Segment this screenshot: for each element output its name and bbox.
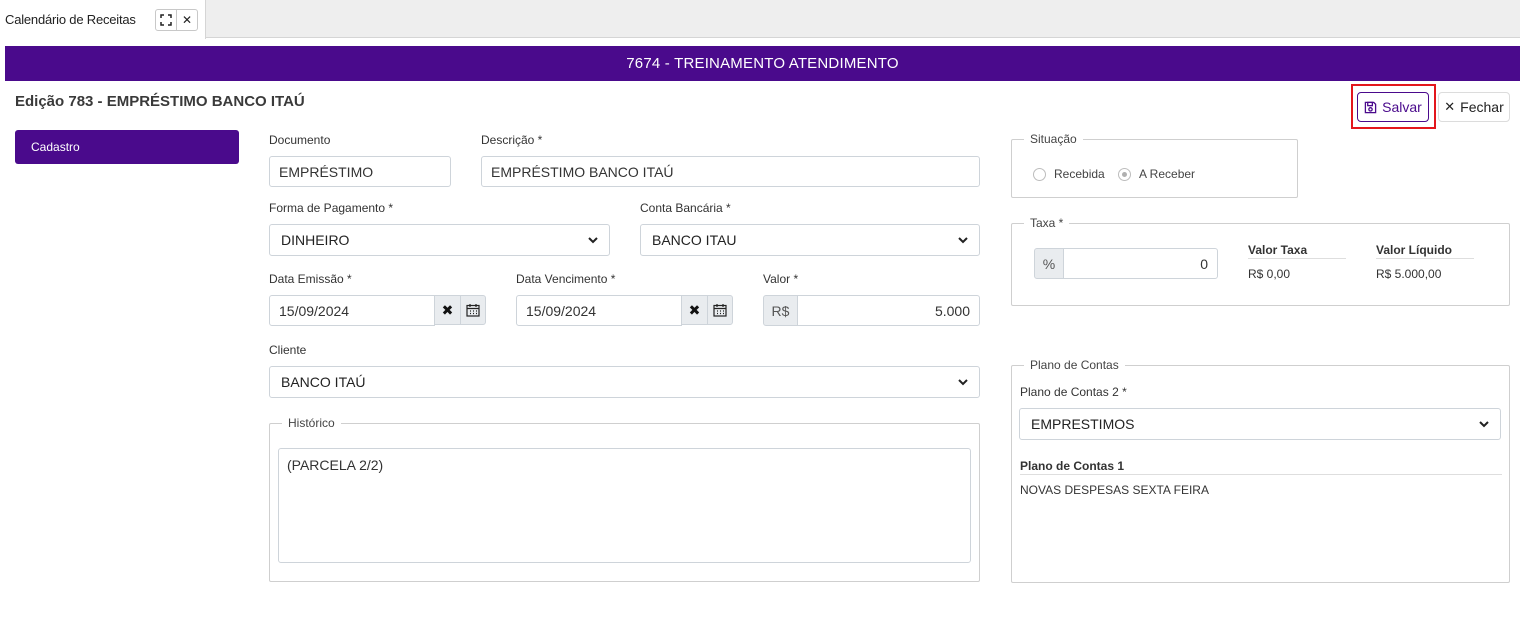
- tab-calendario-receitas[interactable]: Calendário de Receitas ✕: [0, 0, 206, 39]
- valor-liquido-divider: [1376, 258, 1474, 259]
- plano-contas-2-select[interactable]: EMPRESTIMOS: [1019, 408, 1501, 440]
- close-button-label: Fechar: [1460, 99, 1504, 115]
- plano-contas-2-value: EMPRESTIMOS: [1031, 416, 1135, 432]
- radio-a-receber-dot: [1118, 167, 1131, 181]
- radio-a-receber[interactable]: A Receber: [1118, 167, 1195, 181]
- calendar-icon[interactable]: [460, 295, 486, 325]
- valor-input[interactable]: 5.000: [797, 295, 980, 326]
- tab-title: Calendário de Receitas: [5, 12, 136, 27]
- plano-contas-2-label: Plano de Contas 2 *: [1020, 385, 1127, 399]
- close-button[interactable]: ✕ Fechar: [1438, 92, 1510, 122]
- calendar-icon[interactable]: [707, 295, 733, 325]
- data-vencimento-input[interactable]: 15/09/2024: [516, 295, 682, 326]
- conta-bancaria-select[interactable]: BANCO ITAU: [640, 224, 980, 256]
- expand-icon[interactable]: [155, 9, 177, 31]
- conta-bancaria-label: Conta Bancária *: [640, 201, 731, 215]
- valor-taxa-value: R$ 0,00: [1248, 267, 1291, 281]
- historico-legend: Histórico: [288, 416, 335, 430]
- data-emissao-input[interactable]: 15/09/2024: [269, 295, 435, 326]
- plano-contas-legend: Plano de Contas: [1030, 358, 1119, 372]
- tab-bar: Calendário de Receitas ✕: [0, 0, 1520, 39]
- save-button-label: Salvar: [1382, 99, 1422, 115]
- valor-taxa-divider: [1248, 258, 1346, 259]
- cliente-select[interactable]: BANCO ITAÚ: [269, 366, 980, 398]
- save-button-highlight: Salvar: [1351, 84, 1436, 129]
- sidebar-item-cadastro[interactable]: Cadastro: [15, 130, 239, 164]
- radio-recebida[interactable]: Recebida: [1033, 167, 1105, 181]
- valor-taxa-header: Valor Taxa: [1248, 243, 1308, 257]
- descricao-input[interactable]: EMPRÉSTIMO BANCO ITAÚ: [481, 156, 980, 187]
- chevron-down-icon: [958, 379, 968, 386]
- clear-x-icon[interactable]: ✖: [681, 295, 708, 325]
- plano-contas-1-divider: [1020, 474, 1502, 475]
- radio-a-receber-label: A Receber: [1139, 167, 1196, 181]
- floppy-disk-icon: [1364, 101, 1377, 113]
- forma-pagamento-select[interactable]: DINHEIRO: [269, 224, 610, 256]
- chevron-down-icon: [588, 237, 598, 244]
- descricao-label: Descrição *: [481, 133, 543, 147]
- page-title: Edição 783 - EMPRÉSTIMO BANCO ITAÚ: [15, 93, 305, 110]
- documento-label: Documento: [269, 133, 331, 147]
- chevron-down-icon: [958, 237, 968, 244]
- taxa-input[interactable]: 0: [1063, 248, 1218, 279]
- valor-liquido-header: Valor Líquido: [1376, 243, 1453, 257]
- company-banner: 7674 - TREINAMENTO ATENDIMENTO: [5, 46, 1520, 81]
- data-vencimento-label: Data Vencimento *: [516, 272, 616, 286]
- cliente-value: BANCO ITAÚ: [281, 374, 366, 390]
- percent-prefix: %: [1034, 248, 1064, 279]
- situacao-fieldset: Situação: [1011, 132, 1298, 198]
- forma-pagamento-label: Forma de Pagamento *: [269, 201, 394, 215]
- data-emissao-label: Data Emissão *: [269, 272, 352, 286]
- conta-bancaria-value: BANCO ITAU: [652, 232, 737, 248]
- close-icon[interactable]: ✕: [176, 9, 198, 31]
- valor-liquido-value: R$ 5.000,00: [1376, 267, 1442, 281]
- clear-x-icon[interactable]: ✖: [434, 295, 461, 325]
- plano-contas-1-value: NOVAS DESPESAS SEXTA FEIRA: [1020, 483, 1209, 497]
- chevron-down-icon: [1479, 421, 1489, 428]
- save-button[interactable]: Salvar: [1357, 92, 1429, 122]
- historico-textarea[interactable]: (PARCELA 2/2): [278, 448, 971, 563]
- close-x-icon: ✕: [1444, 99, 1456, 114]
- taxa-legend: Taxa *: [1030, 216, 1064, 230]
- forma-pagamento-value: DINHEIRO: [281, 232, 350, 248]
- situacao-legend: Situação: [1030, 132, 1077, 146]
- documento-input[interactable]: EMPRÉSTIMO: [269, 156, 451, 187]
- cliente-label: Cliente: [269, 343, 307, 357]
- plano-contas-1-header: Plano de Contas 1: [1020, 459, 1125, 473]
- radio-recebida-label: Recebida: [1054, 167, 1105, 181]
- radio-recebida-dot: [1033, 167, 1046, 181]
- currency-prefix: R$: [763, 295, 798, 326]
- valor-label: Valor *: [763, 272, 799, 286]
